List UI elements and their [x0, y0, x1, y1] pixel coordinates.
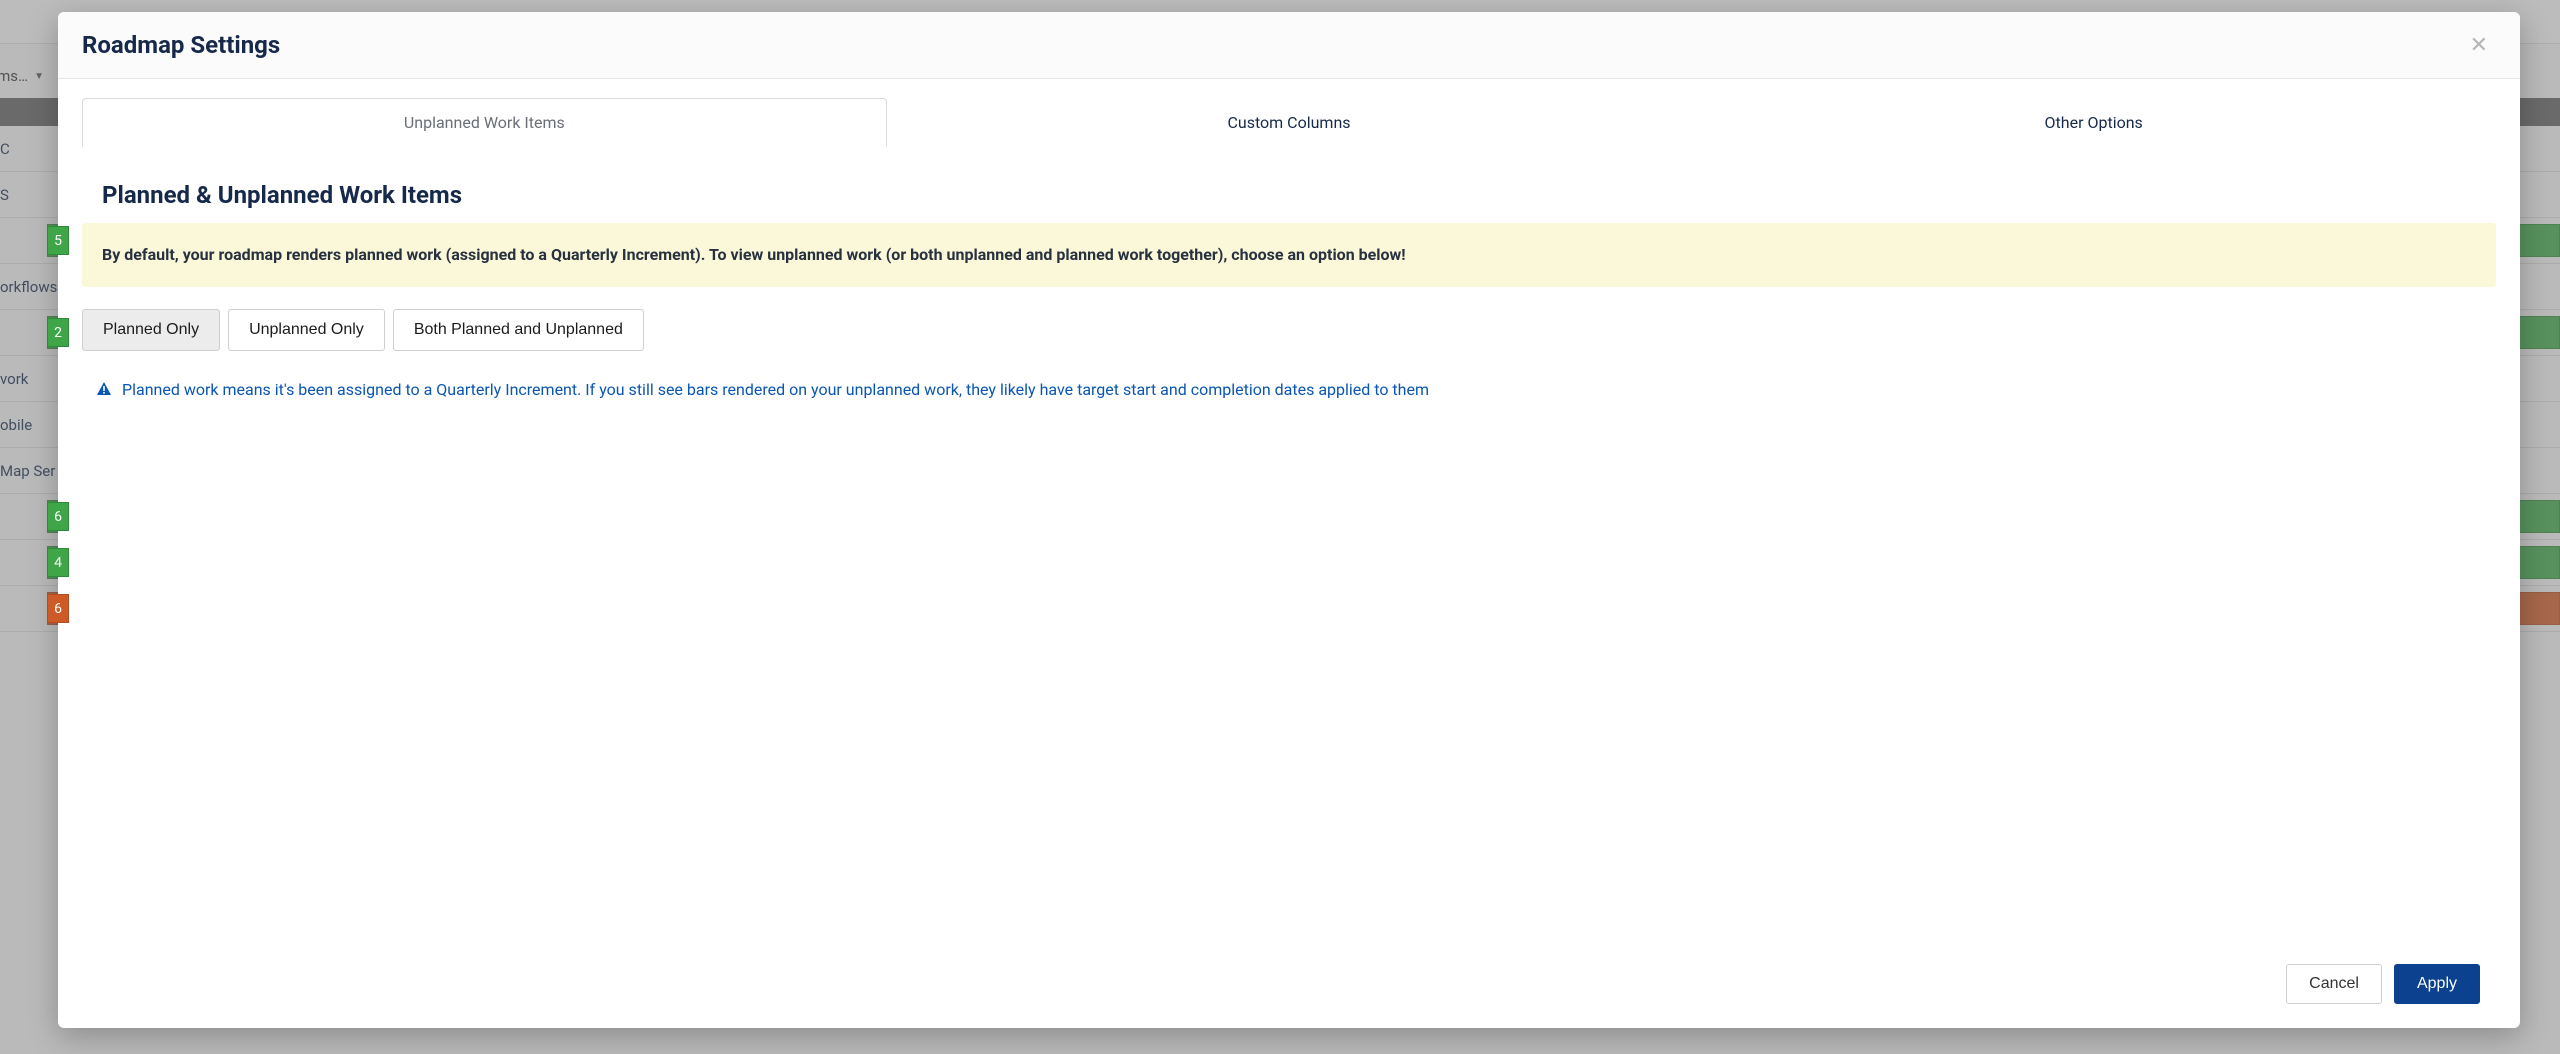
info-banner: By default, your roadmap renders planned…	[82, 223, 2496, 287]
tabs: Unplanned Work ItemsCustom ColumnsOther …	[82, 97, 2496, 147]
close-icon: ✕	[2470, 32, 2488, 57]
cancel-button[interactable]: Cancel	[2286, 964, 2382, 1004]
modal-body: Unplanned Work ItemsCustom ColumnsOther …	[58, 79, 2520, 946]
info-note-text: Planned work means it's been assigned to…	[122, 379, 1429, 401]
info-note: Planned work means it's been assigned to…	[96, 379, 2496, 401]
roadmap-settings-modal: Roadmap Settings ✕ Unplanned Work ItemsC…	[58, 12, 2520, 1028]
bg-row-badge: 6	[47, 502, 69, 531]
tab-custom-columns[interactable]: Custom Columns	[887, 98, 1692, 147]
tab-unplanned-work-items[interactable]: Unplanned Work Items	[82, 98, 887, 147]
toggle-both-planned-and-unplanned[interactable]: Both Planned and Unplanned	[393, 309, 644, 351]
toggle-planned-only[interactable]: Planned Only	[82, 309, 220, 351]
section-heading: Planned & Unplanned Work Items	[82, 181, 2496, 209]
modal-title: Roadmap Settings	[82, 31, 280, 59]
tab-other-options[interactable]: Other Options	[1691, 98, 2496, 147]
modal-header: Roadmap Settings ✕	[58, 12, 2520, 79]
bg-row-badge: 4	[47, 548, 69, 577]
modal-footer: Cancel Apply	[58, 946, 2520, 1028]
bg-row-badge: 6	[47, 594, 69, 623]
close-button[interactable]: ✕	[2462, 30, 2496, 60]
apply-button[interactable]: Apply	[2394, 964, 2480, 1004]
toggle-unplanned-only[interactable]: Unplanned Only	[228, 309, 385, 351]
bg-row-badge: 5	[47, 226, 69, 255]
bg-row-badge: 2	[47, 318, 69, 347]
warning-icon	[96, 381, 112, 397]
plan-filter-toggle-group: Planned OnlyUnplanned OnlyBoth Planned a…	[82, 309, 2496, 351]
